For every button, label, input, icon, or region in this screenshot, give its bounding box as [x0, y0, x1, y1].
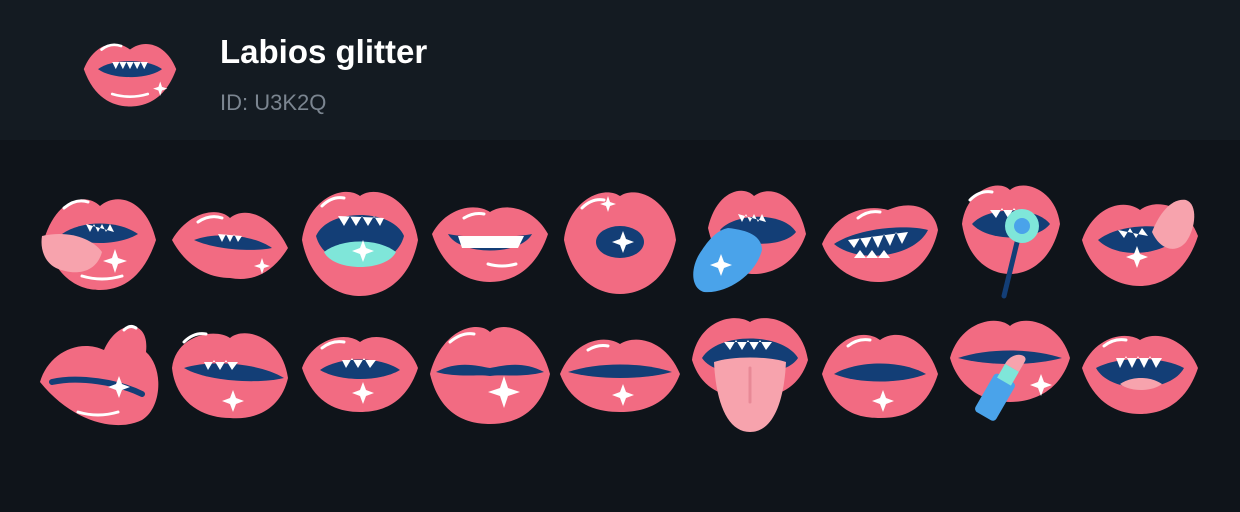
- lips-smile-icon: [432, 207, 548, 282]
- sticker-tongue-down[interactable]: [688, 312, 812, 436]
- lips-small-bite-icon: [302, 337, 418, 412]
- lips-open-mint-icon: [302, 191, 418, 296]
- sticker-tongue-out-side[interactable]: [38, 178, 162, 302]
- lips-closed-slim-icon: [560, 339, 680, 412]
- sticker-teeth-bite[interactable]: [168, 312, 292, 436]
- sticker-lollipop[interactable]: [948, 178, 1072, 302]
- lips-teeth-bite-icon: [172, 332, 288, 419]
- lips-tongue-down-icon: [692, 318, 808, 432]
- lips-lollipop-icon: [962, 185, 1060, 299]
- sticker-closed-wide[interactable]: [428, 312, 552, 436]
- lips-blue-tongue-icon: [693, 190, 806, 293]
- sticker-lipstick[interactable]: [948, 312, 1072, 436]
- sticker-kiss-o[interactable]: [558, 178, 682, 302]
- lips-pout-side-icon: [40, 324, 159, 426]
- pack-thumbnail[interactable]: [76, 30, 184, 110]
- sticker-pout-side[interactable]: [38, 312, 162, 436]
- lips-grin-icon: [822, 205, 938, 282]
- lips-lipstick-icon: [950, 320, 1070, 421]
- sticker-biting-lip[interactable]: [168, 178, 292, 302]
- sticker-smile-teeth[interactable]: [428, 178, 552, 302]
- sticker-closed-pucker[interactable]: [818, 312, 942, 436]
- pack-id: ID: U3K2Q: [220, 90, 327, 115]
- sticker-small-bite[interactable]: [298, 312, 422, 436]
- lips-closed-wide-icon: [430, 327, 550, 424]
- sticker-open-mouth-mint[interactable]: [298, 178, 422, 302]
- sticker-blue-tongue[interactable]: [688, 178, 812, 302]
- sticker-closed-slim[interactable]: [558, 312, 682, 436]
- lips-biting-icon: [172, 212, 288, 279]
- sticker-tongue-lick[interactable]: [1078, 178, 1202, 302]
- sticker-grin[interactable]: [818, 178, 942, 302]
- lips-kiss-o-icon: [564, 192, 676, 294]
- lips-pucker-icon: [822, 334, 938, 418]
- lips-smile-bottom-icon: [1082, 335, 1198, 414]
- sticker-smile-bottom[interactable]: [1078, 312, 1202, 436]
- pack-title: Labios glitter: [220, 33, 428, 70]
- lips-lick-icon: [1082, 199, 1198, 286]
- pack-header: Labios glitter ID: U3K2Q: [0, 0, 1240, 140]
- sticker-grid: [0, 140, 1240, 512]
- lips-tongue-side-icon: [41, 199, 156, 290]
